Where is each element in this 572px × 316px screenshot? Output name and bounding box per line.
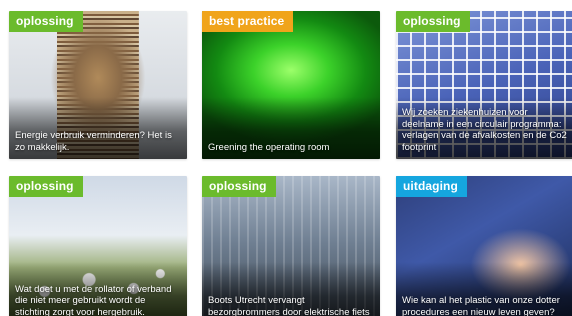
card-caption: Boots Utrecht vervangt bezorgbrommers do…: [208, 295, 370, 316]
card-greening-operating-room[interactable]: best practice Greening the operating roo…: [202, 11, 380, 159]
card-caption: Wat doet u met de rollator of verband di…: [15, 283, 172, 316]
card-caption: Wij zoeken ziekenhuizen voor deelname in…: [402, 107, 567, 153]
card-boots-utrecht[interactable]: oplossing Boots Utrecht vervangt bezorgb…: [202, 176, 380, 316]
card-caption: Greening the operating room: [208, 141, 330, 153]
card-energy[interactable]: oplossing Energie verbruik verminderen? …: [9, 11, 187, 159]
category-badge: oplossing: [9, 176, 83, 197]
card-rollator-reuse[interactable]: oplossing Wat doet u met de rollator of …: [9, 176, 187, 316]
category-badge: uitdaging: [396, 176, 467, 197]
card-circular-program[interactable]: oplossing Wij zoeken ziekenhuizen voor d…: [396, 11, 572, 159]
card-caption: Energie verbruik verminderen? Het is zo …: [15, 130, 172, 153]
category-badge: oplossing: [396, 11, 470, 32]
card-plastic-dotter[interactable]: uitdaging Wie kan al het plastic van onz…: [396, 176, 572, 316]
category-badge: oplossing: [202, 176, 276, 197]
category-badge: best practice: [202, 11, 294, 32]
category-badge: oplossing: [9, 11, 83, 32]
card-grid: oplossing Energie verbruik verminderen? …: [0, 0, 572, 316]
card-caption: Wie kan al het plastic van onze dotter p…: [402, 295, 560, 316]
